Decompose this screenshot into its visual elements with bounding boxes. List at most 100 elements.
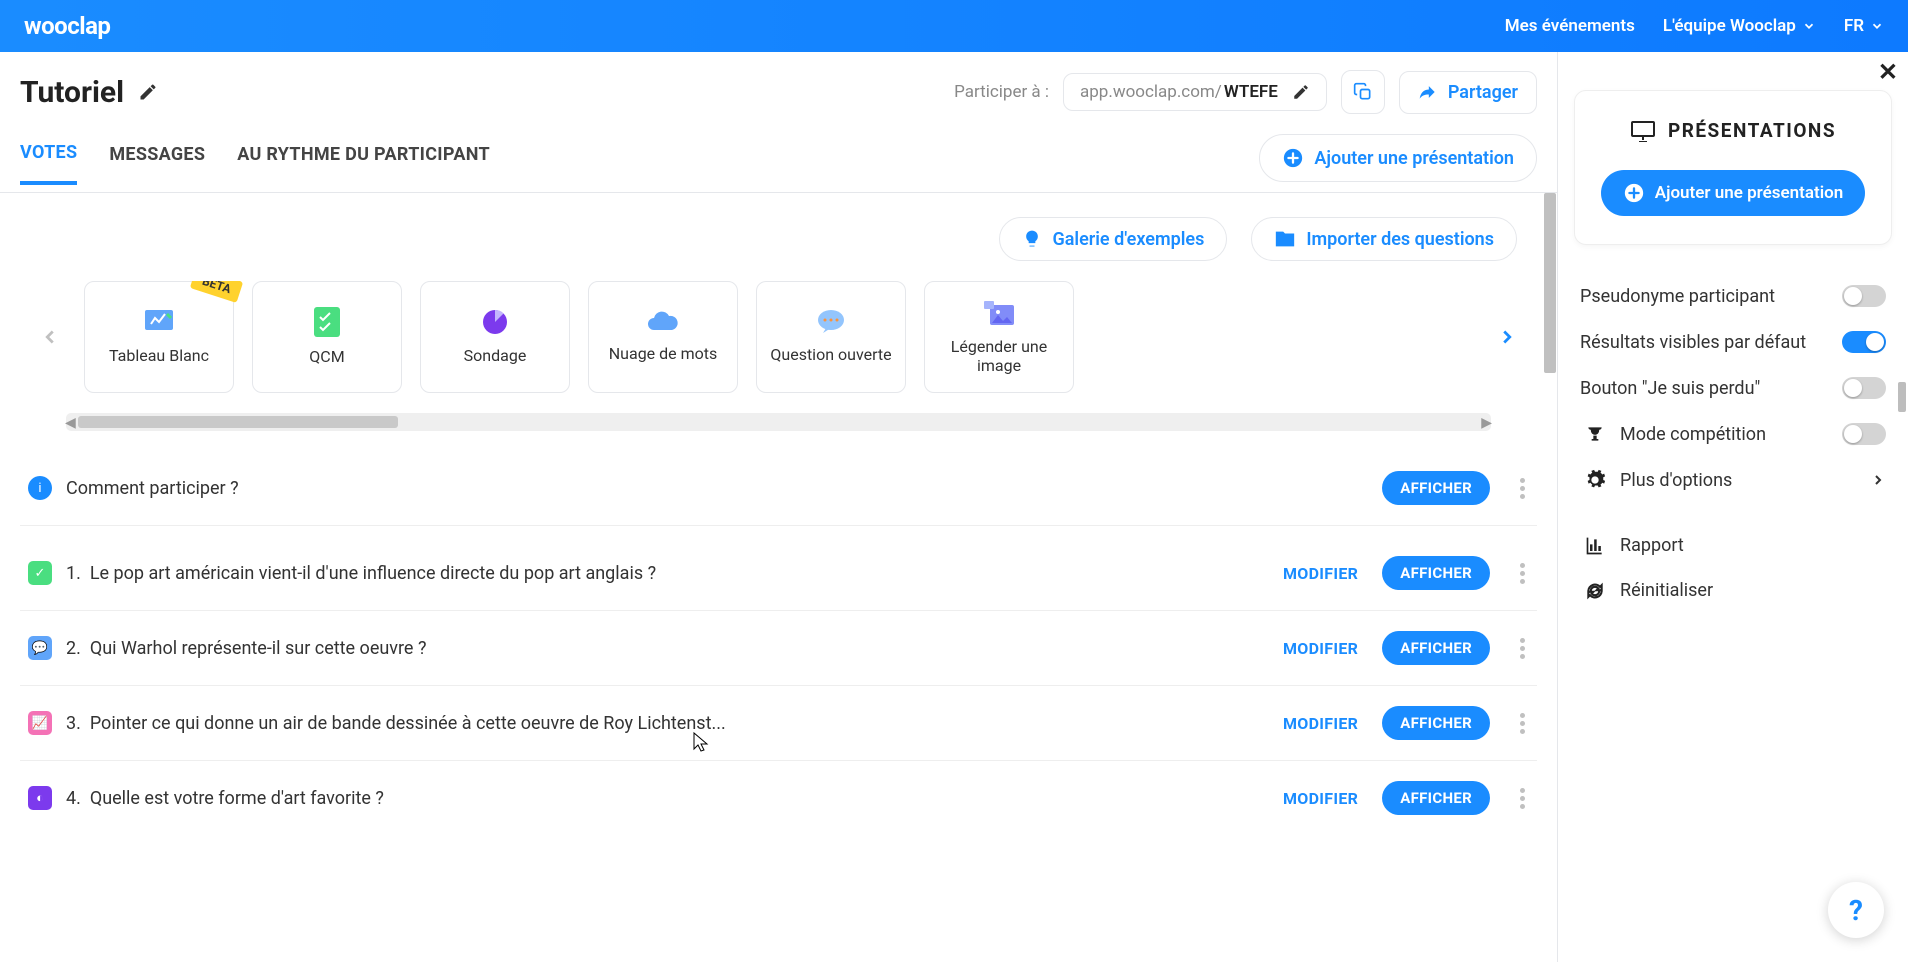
question-row: ◐ 4. Quelle est votre forme d'art favori… bbox=[20, 761, 1537, 835]
more-menu[interactable] bbox=[1516, 709, 1529, 738]
question-text: 4. Quelle est votre forme d'art favorite… bbox=[66, 788, 1269, 809]
poll-icon bbox=[481, 308, 509, 336]
setting-results-visible: Résultats visibles par défaut bbox=[1580, 319, 1886, 365]
toggle-lost-button[interactable] bbox=[1842, 377, 1886, 399]
more-menu[interactable] bbox=[1516, 559, 1529, 588]
question-row: 💬 2. Qui Warhol représente-il sur cette … bbox=[20, 611, 1537, 686]
toggle-results-visible[interactable] bbox=[1842, 331, 1886, 353]
copy-url-button[interactable] bbox=[1341, 70, 1385, 114]
presentations-title: PRÉSENTATIONS bbox=[1668, 119, 1836, 142]
nav-team[interactable]: L'équipe Wooclap bbox=[1663, 16, 1816, 36]
setting-label: Mode compétition bbox=[1620, 424, 1766, 445]
chart-icon bbox=[1585, 536, 1605, 556]
tab-messages[interactable]: MESSAGES bbox=[109, 144, 205, 183]
carousel-next[interactable] bbox=[1487, 317, 1527, 357]
question-row: 📈 3. Pointer ce qui donne un air de band… bbox=[20, 686, 1537, 761]
setting-label: Résultats visibles par défaut bbox=[1580, 332, 1806, 353]
more-menu[interactable] bbox=[1516, 784, 1529, 813]
qtype-whiteboard[interactable]: BETA Tableau Blanc bbox=[84, 281, 234, 393]
question-type-icon: ◐ bbox=[28, 786, 52, 810]
qtype-open-question[interactable]: Question ouverte bbox=[756, 281, 906, 393]
mcq-icon bbox=[314, 307, 340, 337]
more-menu[interactable] bbox=[1516, 634, 1529, 663]
show-button[interactable]: AFFICHER bbox=[1382, 471, 1490, 505]
qtype-label: Légender une image bbox=[933, 337, 1065, 375]
sidebar-scrollbar[interactable] bbox=[1896, 52, 1906, 962]
qtype-label-image[interactable]: Légender une image bbox=[924, 281, 1074, 393]
chevron-left-icon bbox=[39, 326, 61, 348]
toggle-competition[interactable] bbox=[1842, 423, 1886, 445]
event-title: Tutoriel bbox=[20, 75, 124, 110]
trophy-icon bbox=[1585, 424, 1605, 444]
qtype-label: Question ouverte bbox=[770, 345, 891, 364]
close-panel-button[interactable]: ✕ bbox=[1878, 58, 1898, 86]
qtype-mcq[interactable]: QCM bbox=[252, 281, 402, 393]
event-url-box: app.wooclap.com/ WTEFE bbox=[1063, 73, 1327, 111]
qtype-label: Nuage de mots bbox=[609, 344, 718, 363]
nav-language[interactable]: FR bbox=[1844, 16, 1884, 36]
setting-label: Bouton "Je suis perdu" bbox=[1580, 378, 1760, 399]
carousel-prev[interactable] bbox=[30, 317, 70, 357]
sidebar-add-presentation-button[interactable]: Ajouter une présentation bbox=[1601, 170, 1866, 216]
qtype-label: QCM bbox=[309, 347, 344, 366]
qtype-poll[interactable]: Sondage bbox=[420, 281, 570, 393]
logo[interactable]: wooclap bbox=[24, 12, 110, 40]
question-type-icon: 📈 bbox=[28, 711, 52, 735]
help-button[interactable]: ? bbox=[1828, 882, 1884, 938]
image-label-icon bbox=[982, 299, 1016, 327]
chevron-down-icon bbox=[1870, 19, 1884, 33]
reset-label: Réinitialiser bbox=[1620, 580, 1713, 601]
info-text: Comment participer ? bbox=[66, 478, 1368, 499]
copy-icon bbox=[1353, 82, 1373, 102]
plus-circle-icon bbox=[1623, 182, 1645, 204]
add-presentation-label: Ajouter une présentation bbox=[1314, 148, 1514, 169]
sidebar-add-presentation-label: Ajouter une présentation bbox=[1655, 183, 1844, 203]
url-code: WTEFE bbox=[1224, 82, 1278, 102]
question-type-icon: 💬 bbox=[28, 636, 52, 660]
show-button[interactable]: AFFICHER bbox=[1382, 706, 1490, 740]
show-button[interactable]: AFFICHER bbox=[1382, 556, 1490, 590]
sidebar-report[interactable]: Rapport bbox=[1580, 523, 1886, 568]
content-scrollbar[interactable] bbox=[1543, 193, 1557, 962]
edit-title-icon[interactable] bbox=[138, 82, 158, 102]
show-button[interactable]: AFFICHER bbox=[1382, 781, 1490, 815]
tab-votes[interactable]: VOTES bbox=[20, 142, 77, 185]
import-label: Importer des questions bbox=[1306, 229, 1494, 250]
lightbulb-icon bbox=[1022, 229, 1042, 249]
import-questions-button[interactable]: Importer des questions bbox=[1251, 217, 1517, 261]
more-menu[interactable] bbox=[1516, 474, 1529, 503]
setting-more-options[interactable]: Plus d'options bbox=[1580, 457, 1886, 503]
info-icon: i bbox=[28, 476, 52, 500]
sidebar-reset[interactable]: Réinitialiser bbox=[1580, 568, 1886, 613]
qtype-label: Sondage bbox=[464, 346, 527, 365]
presentation-icon bbox=[1630, 120, 1656, 142]
info-row: i Comment participer ? AFFICHER bbox=[20, 451, 1537, 526]
modify-button[interactable]: MODIFIER bbox=[1283, 639, 1358, 658]
qtype-label: Tableau Blanc bbox=[109, 346, 209, 365]
share-button[interactable]: Partager bbox=[1399, 71, 1537, 114]
modify-button[interactable]: MODIFIER bbox=[1283, 564, 1358, 583]
question-text: 1. Le pop art américain vient-il d'une i… bbox=[66, 563, 1269, 584]
share-label: Partager bbox=[1448, 82, 1518, 103]
add-presentation-button[interactable]: Ajouter une présentation bbox=[1259, 134, 1537, 182]
nav-team-label: L'équipe Wooclap bbox=[1663, 16, 1796, 36]
chat-icon bbox=[816, 309, 846, 335]
modify-button[interactable]: MODIFIER bbox=[1283, 789, 1358, 808]
carousel-scrollbar[interactable]: ◀ ▶ bbox=[66, 413, 1491, 431]
beta-badge: BETA bbox=[189, 281, 243, 303]
chevron-down-icon bbox=[1802, 19, 1816, 33]
example-gallery-button[interactable]: Galerie d'exemples bbox=[999, 217, 1227, 261]
plus-circle-icon bbox=[1282, 147, 1304, 169]
edit-code-icon[interactable] bbox=[1292, 83, 1310, 101]
whiteboard-icon bbox=[143, 308, 175, 336]
qtype-wordcloud[interactable]: Nuage de mots bbox=[588, 281, 738, 393]
chevron-right-icon bbox=[1496, 326, 1518, 348]
question-text: 3. Pointer ce qui donne un air de bande … bbox=[66, 713, 1269, 734]
gallery-label: Galerie d'exemples bbox=[1052, 229, 1204, 250]
toggle-pseudonym[interactable] bbox=[1842, 285, 1886, 307]
show-button[interactable]: AFFICHER bbox=[1382, 631, 1490, 665]
setting-label: Pseudonyme participant bbox=[1580, 286, 1775, 307]
nav-my-events[interactable]: Mes événements bbox=[1505, 16, 1635, 36]
tab-participant-pace[interactable]: AU RYTHME DU PARTICIPANT bbox=[237, 144, 490, 183]
modify-button[interactable]: MODIFIER bbox=[1283, 714, 1358, 733]
